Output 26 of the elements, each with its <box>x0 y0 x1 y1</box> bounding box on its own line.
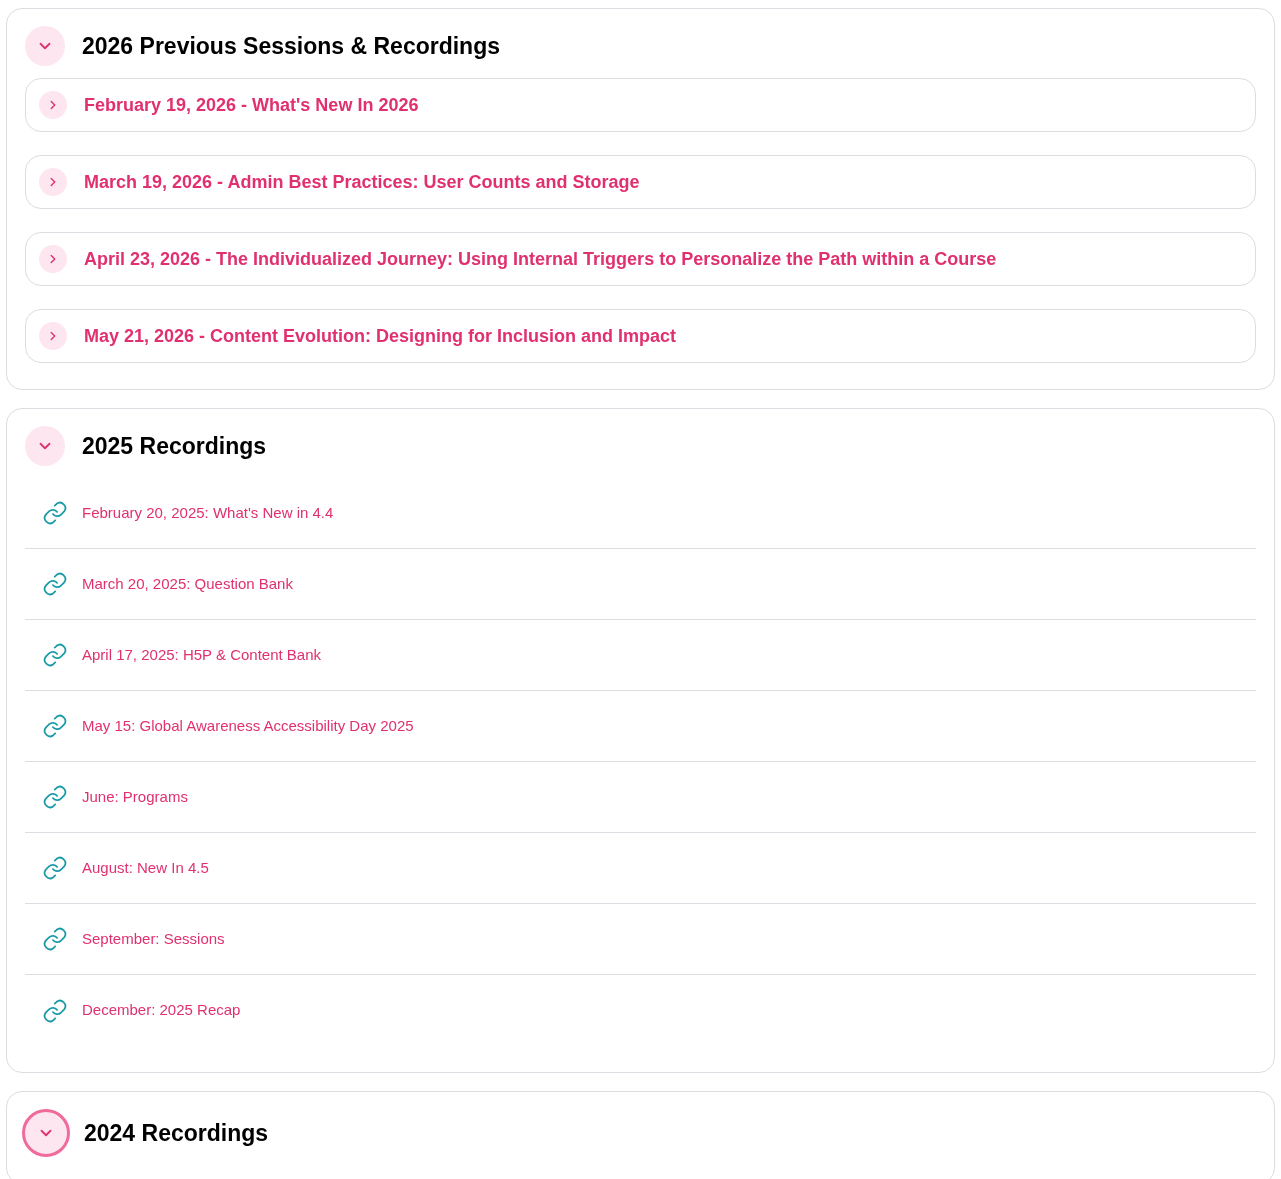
recording-link[interactable]: June: Programs <box>82 785 188 809</box>
link-icon <box>42 784 68 810</box>
link-icon <box>42 855 68 881</box>
link-icon <box>42 571 68 597</box>
session-accordion[interactable]: April 23, 2026 - The Individualized Journey: Using Internal Triggers to Personalize the Path within a Course <box>25 232 1256 286</box>
recording-link[interactable]: February 20, 2025: What's New in 4.4 <box>82 501 334 525</box>
section-title: 2026 Previous Sessions & Recordings <box>82 31 500 61</box>
link-icon <box>42 642 68 668</box>
recording-link[interactable]: September: Sessions <box>82 927 225 951</box>
recording-link[interactable]: August: New In 4.5 <box>82 856 209 880</box>
session-accordion[interactable]: February 19, 2026 - What's New In 2026 <box>25 78 1256 132</box>
link-icon <box>42 500 68 526</box>
expand-toggle[interactable] <box>22 1109 70 1157</box>
recording-link[interactable]: April 17, 2025: H5P & Content Bank <box>82 643 322 667</box>
session-accordion[interactable]: March 19, 2026 - Admin Best Practices: User Counts and Storage <box>25 155 1256 209</box>
section-title: 2025 Recordings <box>82 431 267 461</box>
recording-link[interactable]: May 15: Global Awareness Accessibility Day 2025 <box>82 714 414 738</box>
link-icon <box>42 713 68 739</box>
expand-toggle[interactable] <box>25 26 65 66</box>
expand-toggle[interactable] <box>25 426 65 466</box>
section-title: 2024 Recordings <box>84 1118 269 1148</box>
link-icon <box>42 997 68 1024</box>
recording-link[interactable]: December: 2025 Recap <box>82 999 241 1022</box>
session-accordion[interactable]: May 21, 2026 - Content Evolution: Designing for Inclusion and Impact <box>25 309 1256 363</box>
link-icon <box>42 926 68 952</box>
recording-link[interactable]: March 20, 2025: Question Bank <box>82 572 293 596</box>
